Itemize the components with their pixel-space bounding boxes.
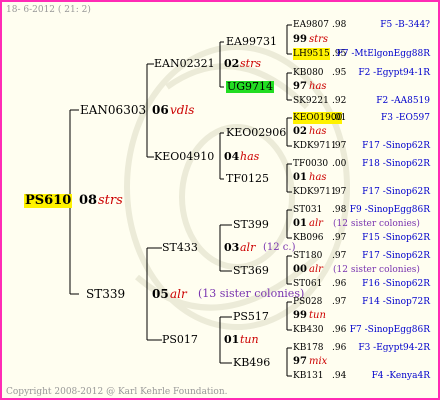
gen5-year: .92 xyxy=(332,96,347,106)
gen3-num: 03 xyxy=(224,241,240,254)
gen5-num: 99 xyxy=(293,34,307,45)
gen5-origin-link[interactable]: F18 -Sinop62R xyxy=(362,158,430,170)
queen-tag: strs xyxy=(98,193,123,208)
gen5-year: .96 xyxy=(332,325,347,335)
gen5-origin-link[interactable]: F7 -SinopEgg86R xyxy=(350,324,430,336)
gen3-note: (12 c.) xyxy=(263,242,296,253)
gen4-name[interactable]: KEO02906 xyxy=(226,127,286,139)
gen2-name[interactable]: EAN06303 xyxy=(80,104,146,116)
gen5-origin-link[interactable]: F4 -Kenya4R xyxy=(372,370,430,382)
gen5-tag: strs xyxy=(309,34,329,45)
gen3-num: 04 xyxy=(224,150,240,163)
gen5-origin-link[interactable]: F17 -Sinop62R xyxy=(362,140,430,152)
gen5-year: .94 xyxy=(332,371,347,381)
gen5-year: .97 xyxy=(332,251,347,261)
pedigree-frame: { "header": {"date_text": "18- 6-2012 ( … xyxy=(0,0,440,400)
gen5-origin-link[interactable]: F15 -Sinop62R xyxy=(362,232,430,244)
gen5-num: 01 xyxy=(293,218,307,229)
gen5-name[interactable]: KB178 xyxy=(293,342,324,354)
gen3-num: 02 xyxy=(224,57,240,70)
gen5-name[interactable]: TF0030 xyxy=(293,158,328,170)
gen5-year: .95 xyxy=(332,68,347,78)
gen5-name[interactable]: SK9221 xyxy=(293,95,329,107)
gen2-tag: alr xyxy=(170,287,187,301)
gen2-name[interactable]: ST339 xyxy=(86,288,125,300)
gen4-name[interactable]: TF0125 xyxy=(226,173,269,185)
gen5-origin-link[interactable]: F3 -EO597 xyxy=(381,112,430,124)
gen5-year: .97 xyxy=(332,141,347,151)
gen3-name[interactable]: EAN02321 xyxy=(154,58,215,70)
gen4-name[interactable]: ST399 xyxy=(233,219,269,231)
gen3-tag: has xyxy=(240,150,260,163)
gen5-year: .97 xyxy=(332,187,347,197)
gen3-tag: alr xyxy=(240,241,256,254)
gen5-year: .97 xyxy=(332,297,347,307)
gen5-year: .96 xyxy=(332,279,347,289)
gen5-note: (12 sister colonies) xyxy=(333,265,420,275)
gen2-note: (13 sister colonies) xyxy=(198,287,305,300)
gen5-name[interactable]: EA9807 xyxy=(293,19,329,31)
gen3-name[interactable]: ST433 xyxy=(162,242,198,254)
gen5-tag: has xyxy=(309,172,327,183)
gen5-origin-link[interactable]: F2 -Egypt94-1R xyxy=(358,67,430,79)
gen3-name[interactable]: PS017 xyxy=(162,334,198,346)
gen5-num: 01 xyxy=(293,172,307,183)
gen5-tag: has xyxy=(309,126,327,137)
gen5-num: 97 xyxy=(293,81,307,92)
gen5-num: 02 xyxy=(293,126,307,137)
gen4-name[interactable]: KB496 xyxy=(233,357,270,369)
gen3-num: 01 xyxy=(224,333,240,346)
gen5-tag: alr xyxy=(309,264,323,275)
gen5-year: .96 xyxy=(332,343,347,353)
gen5-year: .01 xyxy=(332,113,347,123)
gen5-num: 00 xyxy=(293,264,307,275)
gen3-name[interactable]: KEO04910 xyxy=(154,151,214,163)
gen5-tag: alr xyxy=(309,218,323,229)
gen2-tag: vdls xyxy=(170,103,195,117)
gen5-name[interactable]: KDK9711 xyxy=(293,140,337,152)
gen5-name[interactable]: KB096 xyxy=(293,232,324,244)
gen5-year: .00 xyxy=(332,159,347,169)
copyright-footer: Copyright 2008-2012 @ Karl Kehrle Founda… xyxy=(6,387,228,397)
gen5-origin-link[interactable]: F14 -Sinop72R xyxy=(362,296,430,308)
gen5-year: .97 xyxy=(332,233,347,243)
gen5-note: (12 sister colonies) xyxy=(333,219,420,229)
gen3-tag: strs xyxy=(240,57,261,70)
gen5-name[interactable]: KDK9711 xyxy=(293,186,337,198)
gen5-name[interactable]: KB131 xyxy=(293,370,324,382)
gen5-name[interactable]: LH9515 xyxy=(293,48,330,60)
gen2-num: 06 xyxy=(152,103,169,117)
gen5-tag: tun xyxy=(309,310,326,321)
gen5-origin-link[interactable]: F9 -SinopEgg86R xyxy=(350,204,430,216)
gen5-tag: mix xyxy=(309,356,328,367)
gen5-year: .98 xyxy=(332,20,347,30)
gen5-name[interactable]: ST031 xyxy=(293,204,322,216)
gen5-origin-link[interactable]: F7 -MtElgonEgg88R xyxy=(337,48,430,60)
queen-year-num: 08 xyxy=(79,193,98,208)
gen5-tag: has xyxy=(309,81,327,92)
gen5-name[interactable]: KB430 xyxy=(293,324,324,336)
gen4-name-highlighted[interactable]: UG9714 xyxy=(226,81,275,93)
gen5-origin-link[interactable]: F16 -Sinop62R xyxy=(362,278,430,290)
gen5-name[interactable]: KB080 xyxy=(293,67,324,79)
gen5-origin-link[interactable]: F2 -AA8519 xyxy=(376,95,430,107)
gen5-num: 99 xyxy=(293,310,307,321)
gen5-year: .98 xyxy=(332,205,347,215)
gen4-name[interactable]: EA99731 xyxy=(226,36,277,48)
gen4-name[interactable]: ST369 xyxy=(233,265,269,277)
gen2-num: 05 xyxy=(152,287,169,301)
queen-name[interactable]: PS610 xyxy=(24,194,73,208)
gen5-origin-link[interactable]: F17 -Sinop62R xyxy=(362,186,430,198)
gen5-origin-link[interactable]: F5 -B-344? xyxy=(380,19,430,31)
gen3-tag: tun xyxy=(240,333,259,346)
gen5-name[interactable]: ST180 xyxy=(293,250,322,262)
gen5-num: 97 xyxy=(293,356,307,367)
gen5-origin-link[interactable]: F3 -Egypt94-2R xyxy=(358,342,430,354)
gen5-origin-link[interactable]: F17 -Sinop62R xyxy=(362,250,430,262)
gen5-name[interactable]: PS028 xyxy=(293,296,322,308)
gen5-name[interactable]: ST061 xyxy=(293,278,322,290)
gen4-name[interactable]: PS517 xyxy=(233,311,269,323)
